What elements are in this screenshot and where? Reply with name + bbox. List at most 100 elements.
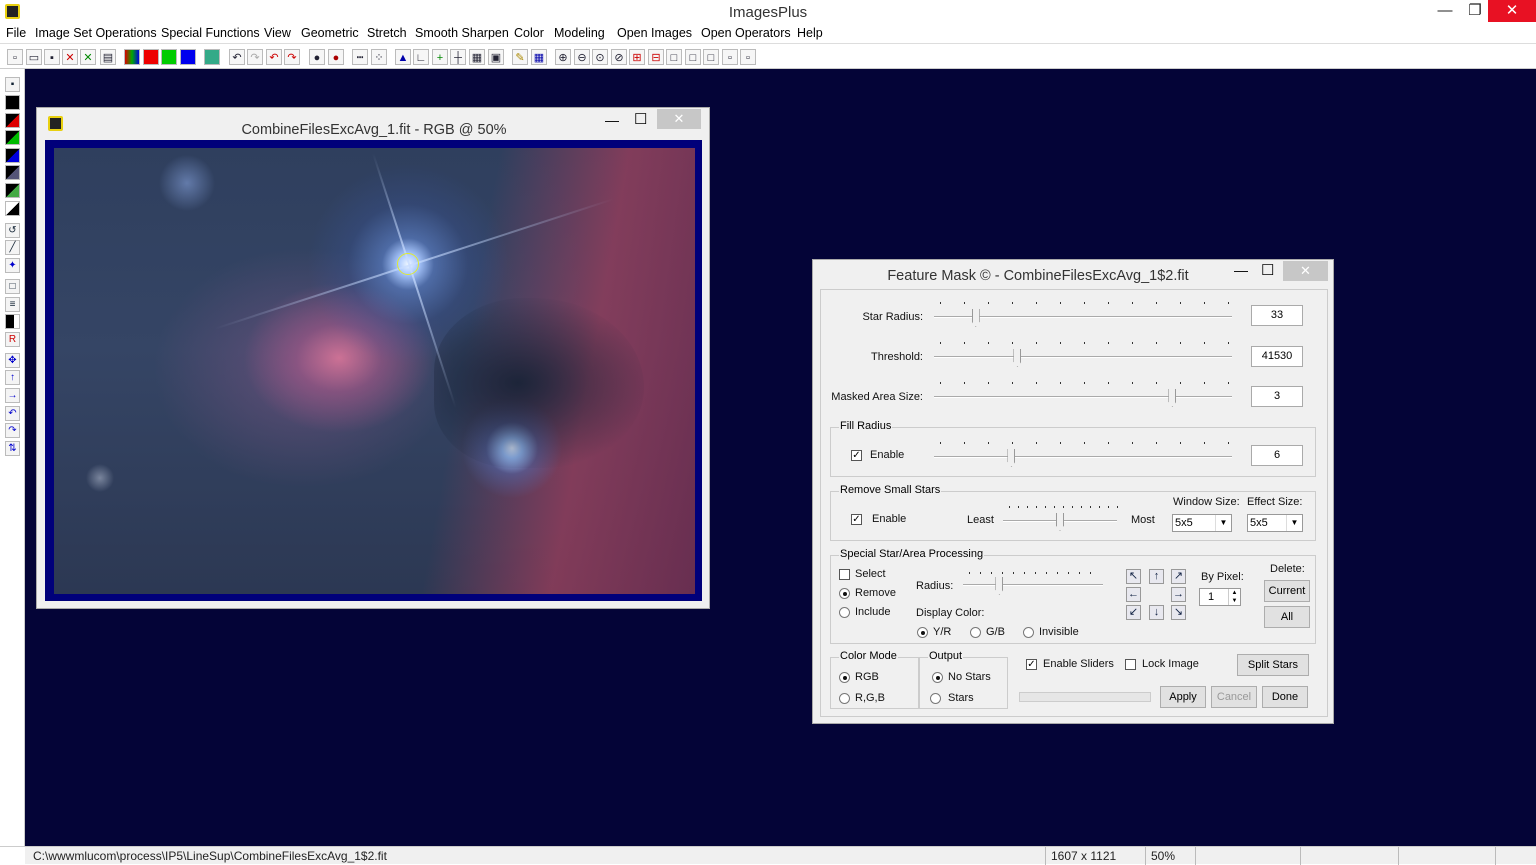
masked-area-thumb[interactable] (1168, 389, 1177, 407)
menu-geometric[interactable]: Geometric (301, 26, 359, 40)
rect-tool-icon[interactable]: □ (5, 279, 20, 294)
remove-small-thumb[interactable] (1056, 513, 1064, 531)
black-swatch-icon[interactable] (5, 95, 20, 110)
black-blue-icon[interactable] (5, 148, 20, 163)
radius-slider[interactable] (963, 584, 1103, 586)
by-pixel-spinner[interactable]: 1 ▲ ▼ (1199, 588, 1241, 606)
black-gray-icon[interactable] (5, 165, 20, 180)
arrow-down-icon[interactable]: ↓ (1149, 605, 1164, 620)
lasso-icon[interactable]: ↺ (5, 223, 20, 238)
white-black-icon[interactable] (5, 201, 20, 216)
fill-radius-slider[interactable] (934, 456, 1232, 458)
print-icon[interactable]: ▤ (100, 49, 116, 65)
apply-button[interactable]: Apply (1160, 686, 1206, 708)
remove-small-enable-checkbox[interactable]: ✓ (851, 514, 862, 525)
black-red-icon[interactable] (5, 113, 20, 128)
dialog-maximize-button[interactable]: ☐ (1261, 261, 1274, 279)
rotate-left-icon[interactable]: ↶ (5, 406, 20, 421)
stars-radio[interactable] (930, 693, 941, 704)
save-icon[interactable]: ▪ (44, 49, 60, 65)
fill-radius-enable-checkbox[interactable]: ✓ (851, 450, 862, 461)
circle-mask-icon[interactable]: ● (328, 49, 344, 65)
zoom-fit-icon[interactable]: ⊙ (592, 49, 608, 65)
window-size-select[interactable]: 5x5 ▼ (1172, 514, 1232, 532)
arrow-down-left-icon[interactable]: ↙ (1126, 605, 1141, 620)
dialog-close-button[interactable]: ✕ (1283, 261, 1328, 281)
cross-icon[interactable]: ┼ (450, 49, 466, 65)
threshold-slider[interactable] (934, 356, 1232, 358)
masked-area-value[interactable]: 3 (1251, 386, 1303, 407)
blue-channel-icon[interactable] (180, 49, 196, 65)
pencil-icon[interactable]: ✎ (512, 49, 528, 65)
enable-sliders-checkbox[interactable]: ✓ (1026, 659, 1037, 670)
frame3-icon[interactable]: □ (703, 49, 719, 65)
frame2-icon[interactable]: □ (685, 49, 701, 65)
astro-image[interactable] (54, 148, 695, 594)
remove-radio[interactable] (839, 588, 850, 599)
delete-all-button[interactable]: All (1264, 606, 1310, 628)
zoom-box-out-icon[interactable]: ⊟ (648, 49, 664, 65)
rgb-separate-radio[interactable] (839, 693, 850, 704)
frame-icon[interactable]: □ (666, 49, 682, 65)
line-icon[interactable]: ┅ (352, 49, 368, 65)
points-icon[interactable]: ⁘ (371, 49, 387, 65)
menu-smooth-sharpen[interactable]: Smooth Sharpen (415, 26, 509, 40)
green-channel-icon[interactable] (161, 49, 177, 65)
done-button[interactable]: Done (1262, 686, 1308, 708)
star-radius-value[interactable]: 33 (1251, 305, 1303, 326)
image-maximize-button[interactable]: ☐ (634, 110, 647, 128)
red-channel-icon[interactable] (143, 49, 159, 65)
yr-radio[interactable] (917, 627, 928, 638)
menu-open-images[interactable]: Open Images (617, 26, 692, 40)
crosshair-icon[interactable]: + (432, 49, 448, 65)
include-radio[interactable] (839, 607, 850, 618)
pixel-grid-icon[interactable]: ▦ (531, 49, 547, 65)
arrow-up-right-icon[interactable]: ↗ (1171, 569, 1186, 584)
undo-all-icon[interactable]: ↶ (266, 49, 282, 65)
black-green-icon[interactable] (5, 130, 20, 145)
undo-icon[interactable]: ↶ (229, 49, 245, 65)
rgb-radio[interactable] (839, 672, 850, 683)
dialog-minimize-button[interactable]: — (1234, 262, 1248, 278)
menu-open-operators[interactable]: Open Operators (701, 26, 791, 40)
image-minimize-button[interactable]: — (605, 112, 619, 128)
zoom-box-in-icon[interactable]: ⊞ (629, 49, 645, 65)
star-tool-icon[interactable]: ✦ (5, 258, 20, 273)
rgb-icon[interactable] (124, 49, 140, 65)
up-arrow-icon[interactable]: ↑ (5, 370, 20, 385)
curve-icon[interactable]: ∟ (413, 49, 429, 65)
threshold-value[interactable]: 41530 (1251, 346, 1303, 367)
arrow-down-right-icon[interactable]: ↘ (1171, 605, 1186, 620)
save-small-icon[interactable]: ▪ (5, 77, 20, 92)
split-stars-button[interactable]: Split Stars (1237, 654, 1309, 676)
menu-stretch[interactable]: Stretch (367, 26, 407, 40)
redo-all-icon[interactable]: ↷ (284, 49, 300, 65)
restore-button[interactable]: ❐ (1458, 0, 1492, 22)
menu-modeling[interactable]: Modeling (554, 26, 605, 40)
menu-file[interactable]: File (6, 26, 26, 40)
grid-icon[interactable] (204, 49, 220, 65)
menu-help[interactable]: Help (797, 26, 823, 40)
close-button[interactable]: ✕ (1488, 0, 1536, 22)
rotate-right-icon[interactable]: ↷ (5, 423, 20, 438)
zoom-in-icon[interactable]: ⊕ (555, 49, 571, 65)
menu-special-functions[interactable]: Special Functions (161, 26, 260, 40)
star-selection-circle[interactable] (397, 253, 419, 275)
delete-current-button[interactable]: Current (1264, 580, 1310, 602)
move-icon[interactable]: ✥ (5, 353, 20, 368)
black-green2-icon[interactable] (5, 183, 20, 198)
new-icon[interactable]: ▫ (7, 49, 23, 65)
lock-image-checkbox[interactable] (1125, 659, 1136, 670)
right-arrow-icon[interactable]: → (5, 388, 20, 403)
no-stars-radio[interactable] (932, 672, 943, 683)
menu-image-set-operations[interactable]: Image Set Operations (35, 26, 157, 40)
star-radius-thumb[interactable] (971, 309, 980, 327)
histogram-icon[interactable]: ▲ (395, 49, 411, 65)
masked-area-slider[interactable] (934, 396, 1232, 398)
arrow-up-left-icon[interactable]: ↖ (1126, 569, 1141, 584)
fill-radius-thumb[interactable] (1007, 449, 1016, 467)
reset-icon[interactable]: R (5, 332, 20, 347)
spinner-arrows-icon[interactable]: ▲ ▼ (1228, 589, 1240, 605)
cancel-button[interactable]: Cancel (1211, 686, 1257, 708)
flip-icon[interactable]: ⇅ (5, 441, 20, 456)
